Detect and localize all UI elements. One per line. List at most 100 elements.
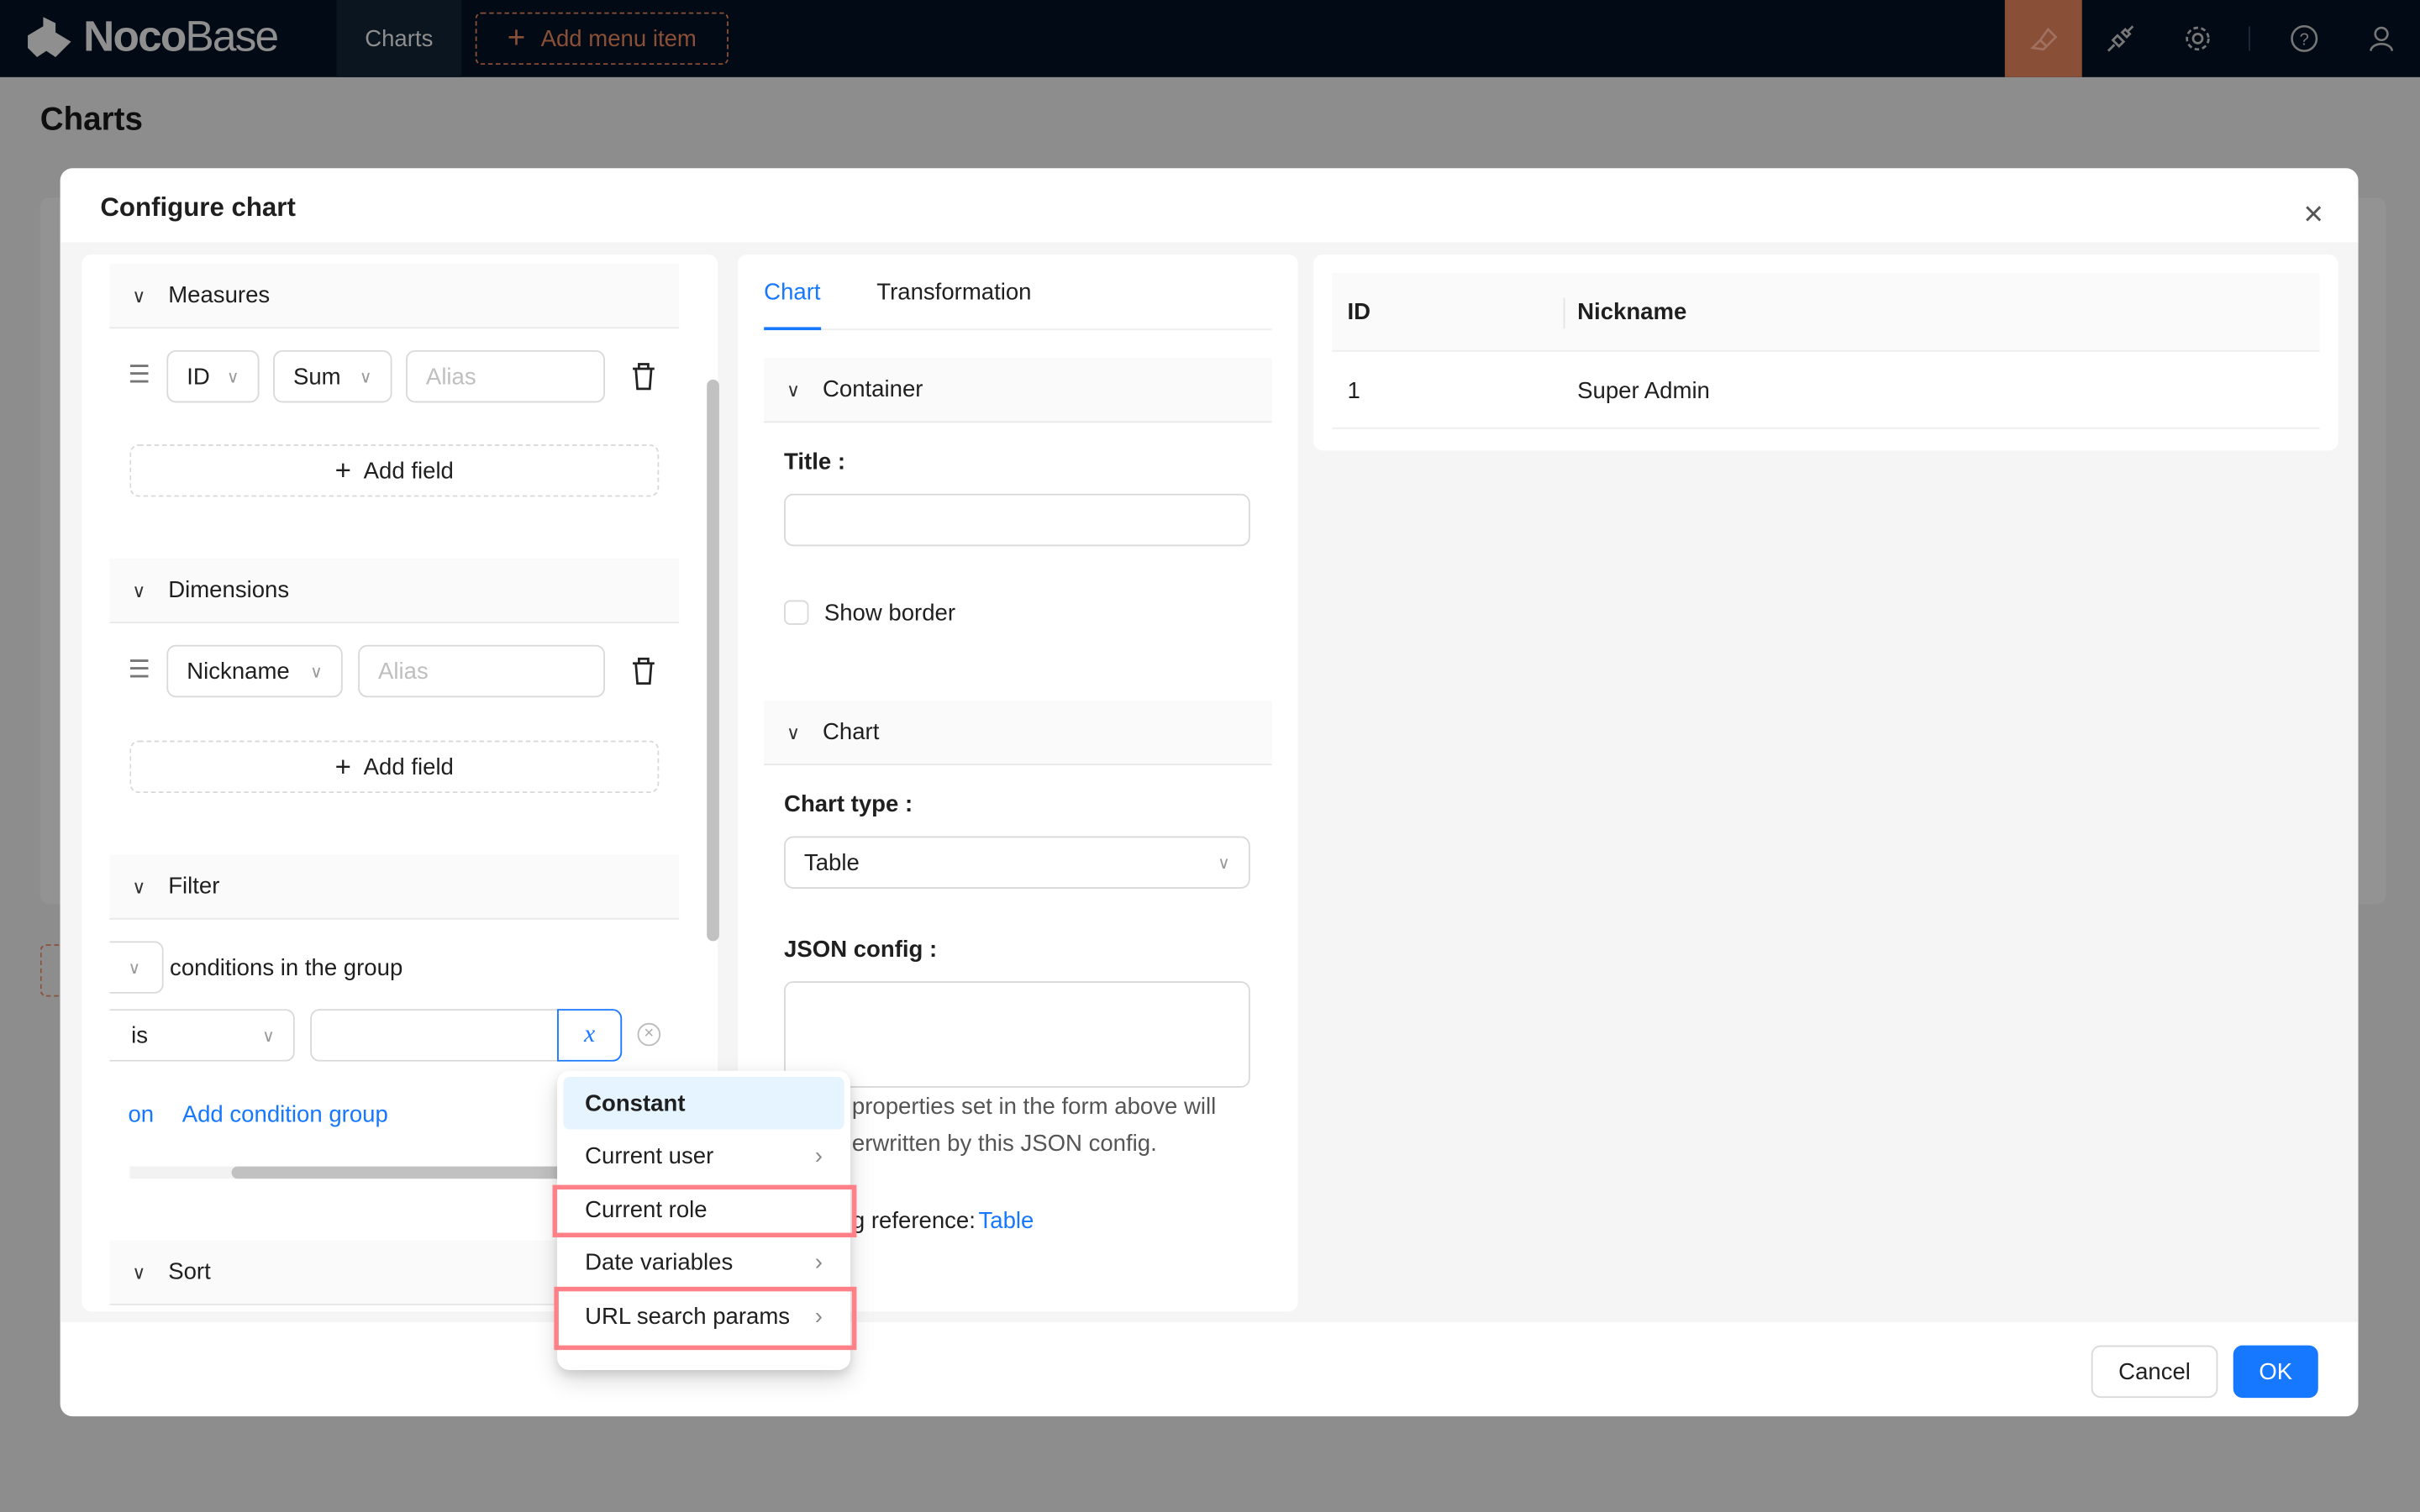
plus-icon: + <box>334 454 351 486</box>
cancel-button[interactable]: Cancel <box>2091 1345 2218 1399</box>
reference-label: g reference: <box>851 1208 976 1235</box>
add-measure-field-button[interactable]: + Add field <box>129 444 660 497</box>
filter-header[interactable]: ∨ Filter <box>109 854 680 920</box>
divider <box>2249 26 2250 51</box>
dimensions-header[interactable]: ∨ Dimensions <box>109 558 680 624</box>
container-header[interactable]: ∨ Container <box>764 358 1272 423</box>
button-label: Cancel <box>2118 1358 2191 1385</box>
remove-condition-icon[interactable]: × <box>637 1022 661 1047</box>
menu-item-current-user[interactable]: Current user › <box>563 1129 844 1181</box>
user-icon <box>2369 26 2394 52</box>
add-dimension-field-button[interactable]: + Add field <box>129 740 660 794</box>
tab-chart[interactable]: Chart <box>764 279 821 331</box>
variable-x-icon: x <box>584 1021 596 1048</box>
table-row: 1 Super Admin <box>1332 352 2320 429</box>
highlight-box-current-role <box>552 1184 857 1238</box>
svg-text:?: ? <box>2300 30 2309 49</box>
user-menu-button[interactable] <box>2343 0 2420 77</box>
variable-button[interactable]: x <box>557 1009 623 1062</box>
help-button[interactable]: ? <box>2265 0 2343 77</box>
horizontal-scrollbar[interactable] <box>129 1166 593 1179</box>
select-value: Nickname <box>187 658 290 685</box>
chevron-down-icon: ∨ <box>1218 853 1230 873</box>
title-input[interactable] <box>784 493 1250 547</box>
plugin-manager-button[interactable] <box>2082 0 2160 77</box>
nav-item-label: Charts <box>365 25 434 52</box>
add-menu-item-button[interactable]: + Add menu item <box>475 12 729 66</box>
show-border-label: Show border <box>823 600 956 627</box>
group-text: conditions in the group <box>170 954 403 982</box>
show-border-checkbox[interactable] <box>784 600 809 625</box>
section-title: Chart <box>822 718 880 746</box>
section-title: Measures <box>168 282 271 309</box>
help-icon: ? <box>2291 24 2318 52</box>
plugin-icon <box>2107 25 2134 52</box>
cell-nickname: Super Admin <box>1577 377 1710 405</box>
highlight-box-url-search-params <box>554 1286 857 1351</box>
nav-item-charts[interactable]: Charts <box>336 0 462 77</box>
aggregation-select[interactable]: Sum ∨ <box>273 349 392 403</box>
ui-editor-button[interactable] <box>2004 0 2082 77</box>
menu-item-constant[interactable]: Constant <box>563 1077 844 1130</box>
reference-link[interactable]: Table <box>978 1208 1034 1234</box>
close-icon[interactable]: × <box>2298 197 2329 230</box>
add-condition-group-link[interactable]: Add condition group <box>182 1101 388 1127</box>
drag-handle-icon[interactable]: ☰ <box>128 654 150 685</box>
logic-select[interactable]: ∨ <box>109 941 164 994</box>
chevron-down-icon: ∨ <box>786 378 801 401</box>
select-value: Table <box>803 849 860 876</box>
measures-header[interactable]: ∨ Measures <box>109 264 680 329</box>
background-add-block <box>39 944 62 997</box>
chevron-right-icon: › <box>814 1248 823 1276</box>
title-label: Title : <box>784 449 846 475</box>
dimension-alias-input[interactable]: Alias <box>358 644 605 698</box>
chevron-down-icon: ∨ <box>310 662 323 681</box>
chevron-down-icon: ∨ <box>786 721 801 743</box>
json-config-textarea[interactable] <box>784 981 1250 1088</box>
chevron-down-icon: ∨ <box>262 1026 275 1046</box>
settings-button[interactable] <box>2160 0 2237 77</box>
highlighter-icon <box>2030 27 2058 51</box>
menu-item-date-variables[interactable]: Date variables › <box>563 1236 844 1288</box>
chart-type-select[interactable]: Table ∨ <box>784 836 1250 889</box>
select-value: Sum <box>292 363 341 390</box>
section-title: Dimensions <box>168 576 290 604</box>
logo[interactable]: Noco Base <box>24 12 279 62</box>
column-divider <box>1563 297 1565 329</box>
measure-field-select[interactable]: ID ∨ <box>166 349 260 403</box>
select-value: ID <box>187 363 210 390</box>
chevron-down-icon: ∨ <box>132 1261 146 1284</box>
drag-handle-icon[interactable]: ☰ <box>128 360 150 391</box>
trash-icon[interactable] <box>631 657 655 685</box>
section-title: Container <box>822 376 923 403</box>
logo-text-bold: Noco <box>83 12 187 60</box>
measure-alias-input[interactable]: Alias <box>406 349 605 403</box>
add-menu-item-label: Add menu item <box>540 25 697 52</box>
filter-value-input[interactable] <box>310 1009 560 1062</box>
top-navbar: Noco Base Charts + Add menu item ? <box>0 0 2420 77</box>
chevron-down-icon: ∨ <box>132 875 146 898</box>
table-header: ID Nickname <box>1332 273 2320 352</box>
plus-icon: + <box>507 20 526 55</box>
json-note-line2: erwritten by this JSON config. <box>851 1131 1157 1158</box>
json-note-line1: properties set in the form above will <box>851 1094 1217 1121</box>
page-title: Charts <box>39 102 143 138</box>
chevron-down-icon: ∨ <box>128 958 141 978</box>
trash-icon[interactable] <box>631 363 655 391</box>
operator-select[interactable]: is ∨ <box>109 1009 295 1062</box>
scrollbar-thumb[interactable] <box>231 1166 593 1179</box>
chart-preview: ID Nickname 1 Super Admin <box>1313 255 2338 451</box>
menu-item-label: Current user <box>585 1142 714 1169</box>
tab-transformation[interactable]: Transformation <box>876 279 1031 305</box>
vertical-scrollbar[interactable] <box>707 379 719 942</box>
menu-item-label: Constant <box>585 1089 686 1116</box>
cell-id: 1 <box>1347 377 1360 405</box>
chevron-down-icon: ∨ <box>359 368 372 387</box>
ok-button[interactable]: OK <box>2233 1345 2318 1399</box>
column-header-id: ID <box>1347 299 1371 326</box>
chart-section-header[interactable]: ∨ Chart <box>764 700 1272 766</box>
dimension-field-select[interactable]: Nickname ∨ <box>166 644 343 698</box>
menu-item-label: Date variables <box>585 1248 734 1276</box>
button-label: Add field <box>363 753 454 780</box>
add-condition-link[interactable]: on <box>128 1101 154 1127</box>
